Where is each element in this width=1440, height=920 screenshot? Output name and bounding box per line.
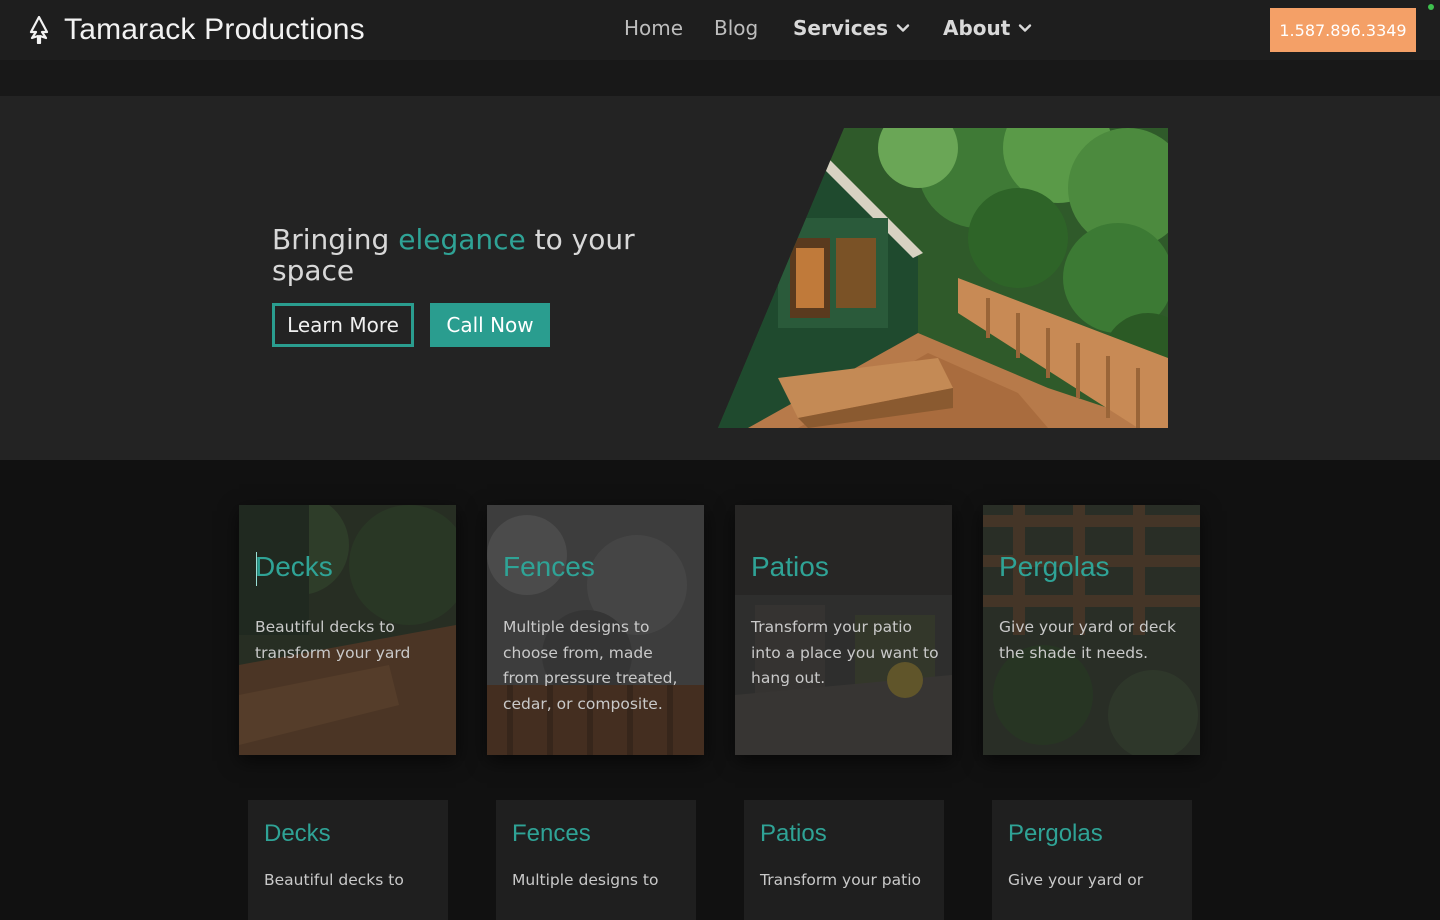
service-card-decks[interactable]: Decks Beautiful decks to transform your … [239,505,456,755]
nav-about-label: About [943,16,1011,40]
service-card-pergolas[interactable]: Pergolas Give your yard or deck the shad… [983,505,1200,755]
service-card-text: Multiple designs to [512,871,659,889]
hero-section: Bringing elegance to your space Learn Mo… [0,96,1440,460]
service-card-fences-secondary[interactable]: Fences Multiple designs to [496,800,696,920]
call-now-button[interactable]: Call Now [430,303,550,347]
service-card-title: Decks [264,820,331,847]
service-card-text: Beautiful decks to [264,871,404,889]
hero-title-start: Bringing [272,223,399,256]
service-card-text: Give your yard or [1008,871,1144,889]
nav-blog[interactable]: Blog [714,16,758,40]
hero-title: Bringing elegance to your space [272,224,692,286]
chevron-down-icon [1019,24,1032,32]
service-card-title: Fences [512,820,591,847]
brand-name: Tamarack Productions [64,13,365,46]
service-card-title: Pergolas [999,551,1110,582]
service-card-text: Transform your patio [760,871,922,889]
status-dot [1428,4,1434,10]
nav-home-label: Home [624,16,684,40]
nav-services-dropdown[interactable]: Services [793,16,910,40]
brand-home-link[interactable]: Tamarack Productions [28,12,365,48]
hero-title-accent: elegance [398,223,526,256]
hero-deck-photo [718,128,1168,428]
nav-home[interactable]: Home [624,16,683,40]
service-card-title: Patios [751,551,829,582]
phone-call-button[interactable]: 1.587.896.3349 [1270,8,1416,52]
learn-more-button[interactable]: Learn More [272,303,414,347]
nav-services-label: Services [793,16,889,40]
service-card-text: Beautiful decks to transform your yard [255,618,411,662]
service-card-title: Fences [503,551,595,582]
chevron-down-icon [896,24,910,32]
service-card-title: Patios [760,820,827,847]
text-cursor [256,552,257,586]
service-card-pergolas-secondary[interactable]: Pergolas Give your yard or [992,800,1192,920]
nav-blog-label: Blog [714,16,759,40]
service-card-decks-secondary[interactable]: Decks Beautiful decks to [248,800,448,920]
tamarack-tree-icon [29,16,49,44]
service-card-patios[interactable]: Patios Transform your patio into a place… [735,505,952,755]
subheader-bar [0,60,1440,96]
service-card-patios-secondary[interactable]: Patios Transform your patio [744,800,944,920]
service-card-text: Multiple designs to choose from, made fr… [503,618,678,713]
navbar: Tamarack Productions Home Blog Services … [0,0,1440,60]
service-card-title: Pergolas [1008,820,1103,847]
service-card-fences[interactable]: Fences Multiple designs to choose from, … [487,505,704,755]
nav-about-dropdown[interactable]: About [943,16,1032,40]
service-card-text: Transform your patio into a place you wa… [751,618,939,687]
service-card-text: Give your yard or deck the shade it need… [999,618,1176,662]
service-card-title: Decks [255,551,333,582]
